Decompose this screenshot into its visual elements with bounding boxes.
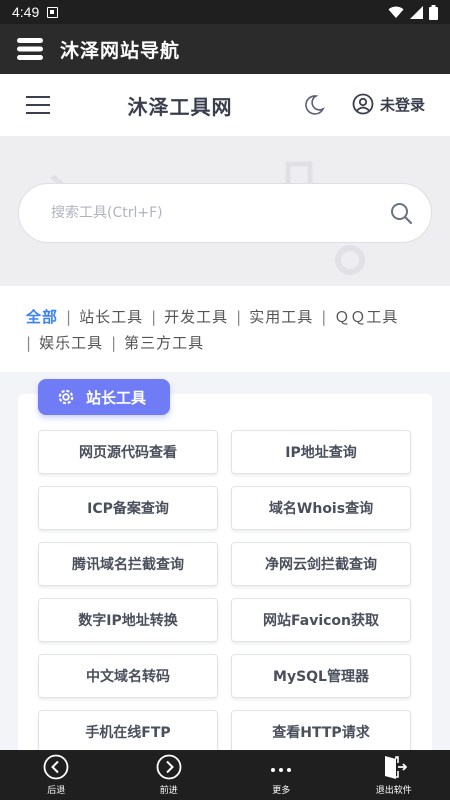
status-icons [388, 4, 438, 20]
category-tabs: 全部 | 站长工具 | 开发工具 | 实用工具 | ＱＱ工具 | 娱乐工具 | 第三方工具 [0, 286, 450, 372]
gear-icon [58, 389, 74, 405]
category-separator: | [26, 334, 32, 352]
category-separator: | [321, 308, 327, 326]
tool-button[interactable]: 网站Favicon获取 [231, 598, 411, 642]
sim-icon [47, 6, 59, 18]
category-separator: | [111, 334, 117, 352]
tool-button[interactable]: IP地址查询 [231, 430, 411, 474]
search-icon[interactable] [389, 201, 413, 225]
tool-button[interactable]: 域名Whois查询 [231, 486, 411, 530]
exit-label: 退出软件 [375, 786, 412, 796]
status-time: 4:49 [12, 4, 40, 20]
moon-icon [305, 95, 325, 115]
forward-button[interactable]: 前进 [113, 750, 226, 800]
tool-button[interactable]: ICP备案查询 [38, 486, 218, 530]
category-entertainment[interactable]: 娱乐工具 [39, 334, 103, 352]
menu-icon [17, 38, 43, 60]
more-button[interactable]: 更多 [225, 750, 338, 800]
exit-button[interactable]: 退出软件 [338, 750, 450, 800]
tool-button[interactable]: 网页源代码查看 [38, 430, 218, 474]
tool-button[interactable]: 手机在线FTP [38, 710, 218, 754]
exit-door-icon [384, 756, 407, 779]
tool-button[interactable]: MySQL管理器 [231, 654, 411, 698]
category-separator: | [66, 308, 72, 326]
category-separator: | [151, 308, 157, 326]
more-dots-icon [271, 768, 292, 772]
tool-button[interactable]: 查看HTTP请求 [231, 710, 411, 754]
tool-button[interactable]: 净网云剑拦截查询 [231, 542, 411, 586]
wifi-icon [388, 6, 404, 18]
forward-label: 前进 [159, 786, 178, 796]
more-label: 更多 [272, 786, 291, 796]
category-all[interactable]: 全部 [26, 308, 58, 326]
app-bar: 沐泽网站导航 [0, 24, 450, 74]
category-third-party[interactable]: 第三方工具 [124, 334, 204, 352]
tool-button[interactable]: 中文域名转码 [38, 654, 218, 698]
category-utility[interactable]: 实用工具 [249, 308, 313, 326]
app-title: 沐泽网站导航 [60, 39, 181, 62]
category-dev[interactable]: 开发工具 [164, 308, 228, 326]
back-button[interactable]: 后退 [0, 750, 113, 800]
dark-mode-toggle[interactable] [303, 94, 325, 120]
tool-button[interactable]: 腾讯域名拦截查询 [38, 542, 218, 586]
bottom-nav: 后退 前进 更多 退出软件 [0, 750, 450, 800]
chevron-left-circle-icon [43, 754, 69, 780]
tool-button[interactable]: 数字IP地址转换 [38, 598, 218, 642]
battery-icon [429, 4, 438, 20]
signal-icon [410, 5, 423, 19]
section-badge: 站长工具 [38, 379, 170, 415]
search-box[interactable] [18, 183, 432, 243]
section-title: 站长工具 [86, 388, 147, 407]
chevron-right-circle-icon [156, 754, 182, 780]
drawer-menu-button[interactable] [0, 38, 60, 60]
category-webmaster[interactable]: 站长工具 [79, 308, 143, 326]
category-qq[interactable]: ＱＱ工具 [334, 308, 398, 326]
login-button[interactable]: 未登录 [352, 93, 425, 115]
user-icon [352, 93, 374, 115]
status-bar: 4:49 [0, 0, 450, 24]
site-header: 沐泽工具网 未登录 [0, 74, 450, 136]
back-label: 后退 [47, 786, 66, 796]
search-input[interactable] [51, 205, 389, 221]
category-separator: | [236, 308, 242, 326]
login-label: 未登录 [380, 95, 426, 114]
